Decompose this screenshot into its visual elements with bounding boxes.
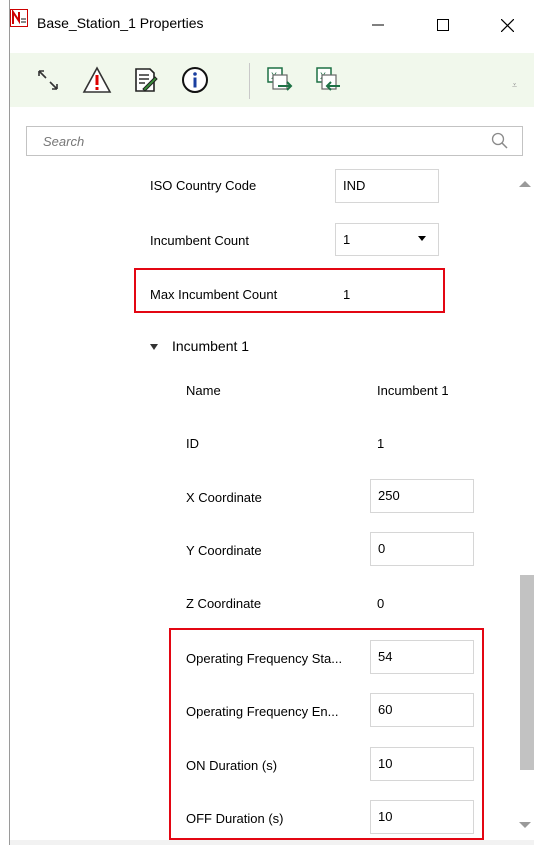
max-incumbent-count-value: 1 [343,287,351,302]
scroll-up-icon[interactable] [519,181,531,187]
close-button[interactable] [484,9,530,41]
property-label-y-coordinate: Y Coordinate [186,543,262,558]
window-title: Base_Station_1 Properties [37,15,204,31]
minimize-button[interactable] [355,9,401,41]
maximize-button[interactable] [420,9,466,41]
property-label-freq-start: Operating Frequency Sta... [186,651,343,666]
x-coordinate-value: 250 [378,488,400,503]
freq-start-field[interactable]: 54 [370,640,474,674]
minimize-icon [372,24,384,26]
freq-end-field[interactable]: 60 [370,693,474,727]
window-border [9,0,10,845]
y-coordinate-value: 0 [378,541,386,556]
toolbar-overflow-icon[interactable]: ⩡ [512,80,517,91]
group-header-incumbent[interactable]: Incumbent 1 [172,338,249,354]
property-label-freq-end: Operating Frequency En... [186,704,339,719]
toolbar: X X [10,53,534,107]
close-icon [500,18,514,32]
property-label-id: ID [186,436,199,451]
search-icon[interactable] [490,131,510,151]
id-value: 1 [377,436,385,451]
incumbent-count-value: 1 [343,232,351,247]
edit-document-icon[interactable] [130,65,160,95]
scrollbar-thumb[interactable] [520,575,534,770]
property-label-incumbent-count: Incumbent Count [150,233,250,248]
freq-start-value: 54 [378,649,393,664]
on-duration-field[interactable]: 10 [370,747,474,781]
warning-icon[interactable] [82,65,112,95]
chevron-down-icon [418,236,426,241]
off-duration-value: 10 [378,809,393,824]
info-icon[interactable] [180,65,210,95]
search-placeholder: Search [43,134,85,149]
x-coordinate-field[interactable]: 250 [370,479,474,513]
toolbar-separator [249,63,250,99]
resize-icon[interactable] [33,65,63,95]
property-label-max-incumbent-count: Max Incumbent Count [150,287,278,302]
maximize-icon [437,19,449,31]
off-duration-field[interactable]: 10 [370,800,474,834]
name-value: Incumbent 1 [377,383,449,398]
iso-country-code-field[interactable]: IND [335,169,439,203]
collapse-triangle-icon[interactable] [150,344,158,350]
on-duration-value: 10 [378,756,393,771]
app-logo-icon [10,8,28,27]
y-coordinate-field[interactable]: 0 [370,532,474,566]
search-input[interactable]: Search [26,126,523,156]
excel-import-icon[interactable]: X [314,65,344,95]
property-label-x-coordinate: X Coordinate [186,490,262,505]
incumbent-count-select[interactable]: 1 [335,223,439,256]
scroll-down-icon[interactable] [519,822,531,828]
property-label-name: Name [186,383,221,398]
property-label-iso-country-code: ISO Country Code [150,178,257,193]
excel-export-icon[interactable]: X [265,65,295,95]
z-coordinate-value: 0 [377,596,385,611]
property-label-on-duration: ON Duration (s) [186,758,278,773]
iso-country-code-value: IND [343,178,366,193]
property-label-z-coordinate: Z Coordinate [186,596,262,611]
freq-end-value: 60 [378,702,393,717]
property-label-off-duration: OFF Duration (s) [186,811,284,826]
bottom-edge [10,840,534,845]
